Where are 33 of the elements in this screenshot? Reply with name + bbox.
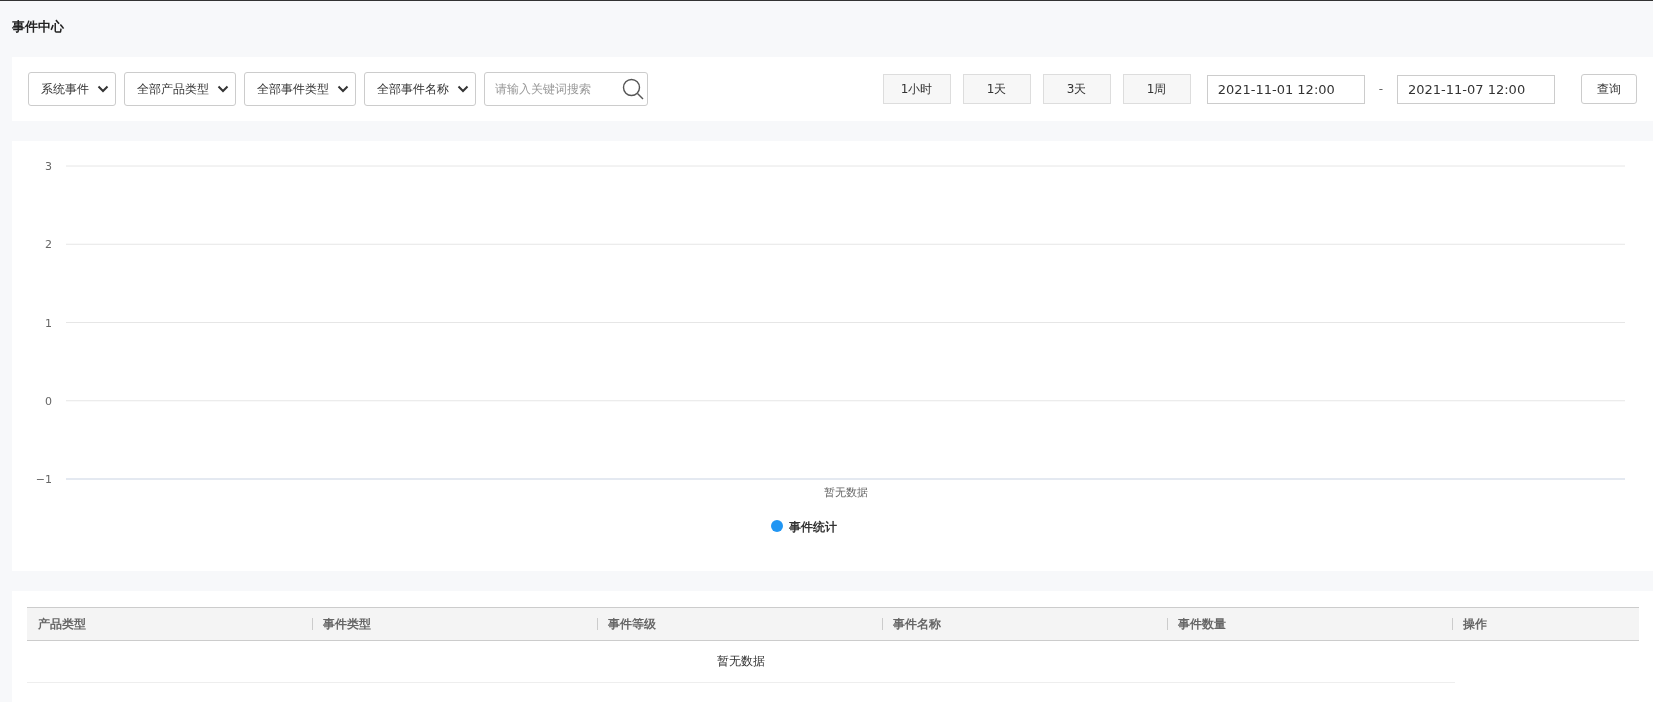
dropdown-select[interactable]: 全部事件类型 bbox=[244, 72, 356, 106]
time-range-button[interactable]: 1小时 bbox=[882, 74, 951, 104]
dropdown-select[interactable]: 全部产品类型 bbox=[124, 72, 236, 106]
x-category-label: 暂无数据 bbox=[823, 486, 868, 499]
dropdown-select[interactable]: 全部事件名称 bbox=[364, 72, 476, 106]
y-tick-label: −1 bbox=[35, 473, 52, 486]
y-tick-label: 2 bbox=[45, 238, 52, 252]
time-range-button[interactable]: 3天 bbox=[1042, 74, 1111, 104]
chevron-down-icon bbox=[457, 85, 469, 93]
chevron-down-icon bbox=[337, 85, 349, 93]
y-tick-label: 0 bbox=[45, 394, 52, 408]
column-header: 操作 bbox=[1463, 615, 1487, 633]
start-date-field[interactable]: 2021-11-01 12:00 bbox=[1206, 74, 1365, 104]
page-title: 事件中心 bbox=[12, 18, 65, 36]
time-range-button[interactable]: 1天 bbox=[962, 74, 1031, 104]
empty-message: 暂无数据 bbox=[27, 641, 1455, 683]
query-button[interactable]: 查询 bbox=[1581, 74, 1637, 104]
y-tick-label: 3 bbox=[45, 160, 52, 173]
column-header: 事件等级 bbox=[608, 615, 656, 633]
column-header: 事件名称 bbox=[893, 615, 941, 633]
column-header: 产品类型 bbox=[38, 615, 86, 633]
legend-label: 事件统计 bbox=[789, 520, 837, 534]
chevron-down-icon bbox=[217, 85, 229, 93]
range-separator: - bbox=[1378, 82, 1383, 96]
end-date-field[interactable]: 2021-11-07 12:00 bbox=[1397, 74, 1555, 104]
chevron-down-icon bbox=[97, 85, 109, 93]
search-field[interactable]: 请输入关键词搜索 bbox=[484, 72, 648, 106]
column-header: 事件类型 bbox=[323, 615, 371, 633]
y-tick-label: 1 bbox=[45, 316, 52, 330]
time-range-button[interactable]: 1周 bbox=[1122, 74, 1191, 104]
column-header: 事件数量 bbox=[1178, 615, 1226, 633]
dropdown-select[interactable]: 系统事件 bbox=[28, 72, 116, 106]
search-icon bbox=[622, 78, 644, 100]
